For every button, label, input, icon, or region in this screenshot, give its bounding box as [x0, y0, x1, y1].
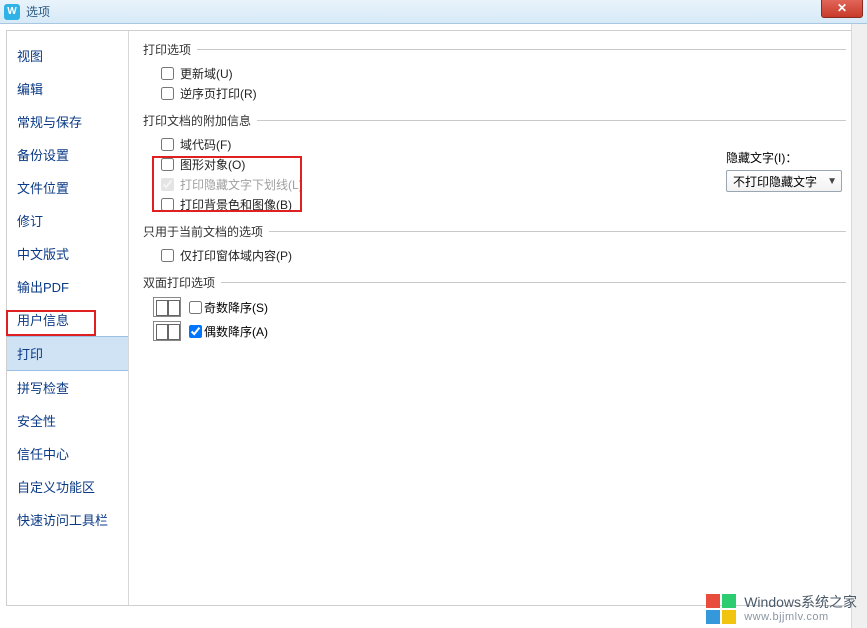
group-duplex: 双面打印选项 奇数降序(S) 偶数降序(A) [143, 274, 846, 341]
sidebar-item-user-info[interactable]: 用户信息 [7, 303, 128, 336]
sidebar-item-edit[interactable]: 编辑 [7, 72, 128, 105]
option-reverse-print[interactable]: 逆序页打印(R) [161, 84, 846, 102]
sidebar-item-label: 信任中心 [17, 447, 69, 462]
checkbox-hidden-underline [161, 178, 174, 191]
checkbox-field-codes[interactable] [161, 138, 174, 151]
sidebar-item-label: 修订 [17, 214, 43, 229]
sidebar-item-output-pdf[interactable]: 输出PDF [7, 270, 128, 303]
group-attach-info: 打印文档的附加信息 域代码(F) 图形对象(O) 打印隐藏文字下划线(L) 打印… [143, 112, 846, 213]
close-icon: ✕ [837, 1, 847, 15]
option-label: 偶数降序(A) [204, 323, 268, 340]
sidebar-item-file-location[interactable]: 文件位置 [7, 171, 128, 204]
hidden-text-select[interactable]: 不打印隐藏文字 ▼ [726, 170, 842, 192]
group-current-doc: 只用于当前文档的选项 仅打印窗体域内容(P) [143, 223, 846, 264]
sidebar-item-label: 自定义功能区 [17, 480, 95, 495]
watermark-line1: Windows系统之家 [744, 595, 857, 610]
option-label: 域代码(F) [180, 136, 231, 153]
option-label: 打印背景色和图像(B) [180, 196, 292, 213]
sidebar-item-backup[interactable]: 备份设置 [7, 138, 128, 171]
divider [197, 49, 846, 50]
hidden-text-label: 隐藏文字(I)： [726, 149, 846, 166]
option-label: 仅打印窗体域内容(P) [180, 247, 292, 264]
titlebar: W 选项 ✕ [0, 0, 867, 24]
watermark-line2: www.bjjmlv.com [744, 611, 857, 623]
checkbox-background[interactable] [161, 198, 174, 211]
checkbox-odd-desc[interactable] [189, 301, 202, 314]
sidebar-item-print[interactable]: 打印 [7, 336, 128, 371]
sidebar-item-label: 拼写检查 [17, 381, 69, 396]
divider [269, 231, 846, 232]
group-title: 双面打印选项 [143, 274, 215, 291]
sidebar-item-label: 视图 [17, 49, 43, 64]
sidebar-item-revision[interactable]: 修订 [7, 204, 128, 237]
sidebar-item-label: 用户信息 [17, 313, 69, 328]
duplex-even-icon [153, 321, 181, 341]
sidebar-item-label: 常规与保存 [17, 115, 82, 130]
vertical-scrollbar[interactable] [851, 24, 867, 628]
content-panel: 打印选项 更新域(U) 逆序页打印(R) 打印文档的附加信息 域代码(F) [129, 31, 860, 605]
sidebar-item-spellcheck[interactable]: 拼写检查 [7, 371, 128, 404]
checkbox-even-desc[interactable] [189, 325, 202, 338]
watermark-text: Windows系统之家 www.bjjmlv.com [744, 595, 857, 622]
sidebar-item-general-save[interactable]: 常规与保存 [7, 105, 128, 138]
group-title: 打印选项 [143, 41, 191, 58]
sidebar-item-label: 中文版式 [17, 247, 69, 262]
watermark: Windows系统之家 www.bjjmlv.com [706, 594, 857, 624]
divider [257, 120, 846, 121]
option-odd-desc[interactable]: 奇数降序(S) [153, 297, 846, 317]
option-label: 图形对象(O) [180, 156, 245, 173]
duplex-odd-icon [153, 297, 181, 317]
checkbox-update-fields[interactable] [161, 67, 174, 80]
sidebar-item-label: 备份设置 [17, 148, 69, 163]
option-label: 奇数降序(S) [204, 299, 268, 316]
windows-logo-icon [706, 594, 736, 624]
sidebar-item-custom-ribbon[interactable]: 自定义功能区 [7, 470, 128, 503]
sidebar-item-label: 打印 [17, 347, 43, 362]
sidebar-item-label: 输出PDF [17, 280, 69, 295]
sidebar-item-trust-center[interactable]: 信任中心 [7, 437, 128, 470]
sidebar-item-quick-access[interactable]: 快速访问工具栏 [7, 503, 128, 536]
option-form-fields-only[interactable]: 仅打印窗体域内容(P) [161, 246, 846, 264]
group-print-options: 打印选项 更新域(U) 逆序页打印(R) [143, 41, 846, 102]
group-title: 只用于当前文档的选项 [143, 223, 263, 240]
sidebar-item-chinese-layout[interactable]: 中文版式 [7, 237, 128, 270]
sidebar-item-label: 编辑 [17, 82, 43, 97]
checkbox-form-fields-only[interactable] [161, 249, 174, 262]
sidebar-item-security[interactable]: 安全性 [7, 404, 128, 437]
option-update-fields[interactable]: 更新域(U) [161, 64, 846, 82]
option-label: 更新域(U) [180, 65, 233, 82]
sidebar: 视图 编辑 常规与保存 备份设置 文件位置 修订 中文版式 输出PDF 用户信息… [7, 31, 129, 605]
option-background[interactable]: 打印背景色和图像(B) [161, 195, 846, 213]
option-label: 逆序页打印(R) [180, 85, 257, 102]
window-title: 选项 [26, 3, 50, 20]
sidebar-item-label: 文件位置 [17, 181, 69, 196]
sidebar-item-view[interactable]: 视图 [7, 39, 128, 72]
divider [221, 282, 846, 283]
app-icon: W [4, 4, 20, 20]
hidden-text-block: 隐藏文字(I)： 不打印隐藏文字 ▼ [726, 149, 846, 192]
checkbox-reverse-print[interactable] [161, 87, 174, 100]
dialog-body: 视图 编辑 常规与保存 备份设置 文件位置 修订 中文版式 输出PDF 用户信息… [6, 30, 861, 606]
chevron-down-icon: ▼ [827, 176, 837, 187]
option-even-desc[interactable]: 偶数降序(A) [153, 321, 846, 341]
checkbox-drawing-objects[interactable] [161, 158, 174, 171]
close-button[interactable]: ✕ [821, 0, 863, 18]
sidebar-item-label: 快速访问工具栏 [17, 513, 108, 528]
option-label: 打印隐藏文字下划线(L) [180, 176, 303, 193]
sidebar-item-label: 安全性 [17, 414, 56, 429]
group-title: 打印文档的附加信息 [143, 112, 251, 129]
hidden-text-value: 不打印隐藏文字 [733, 173, 817, 190]
